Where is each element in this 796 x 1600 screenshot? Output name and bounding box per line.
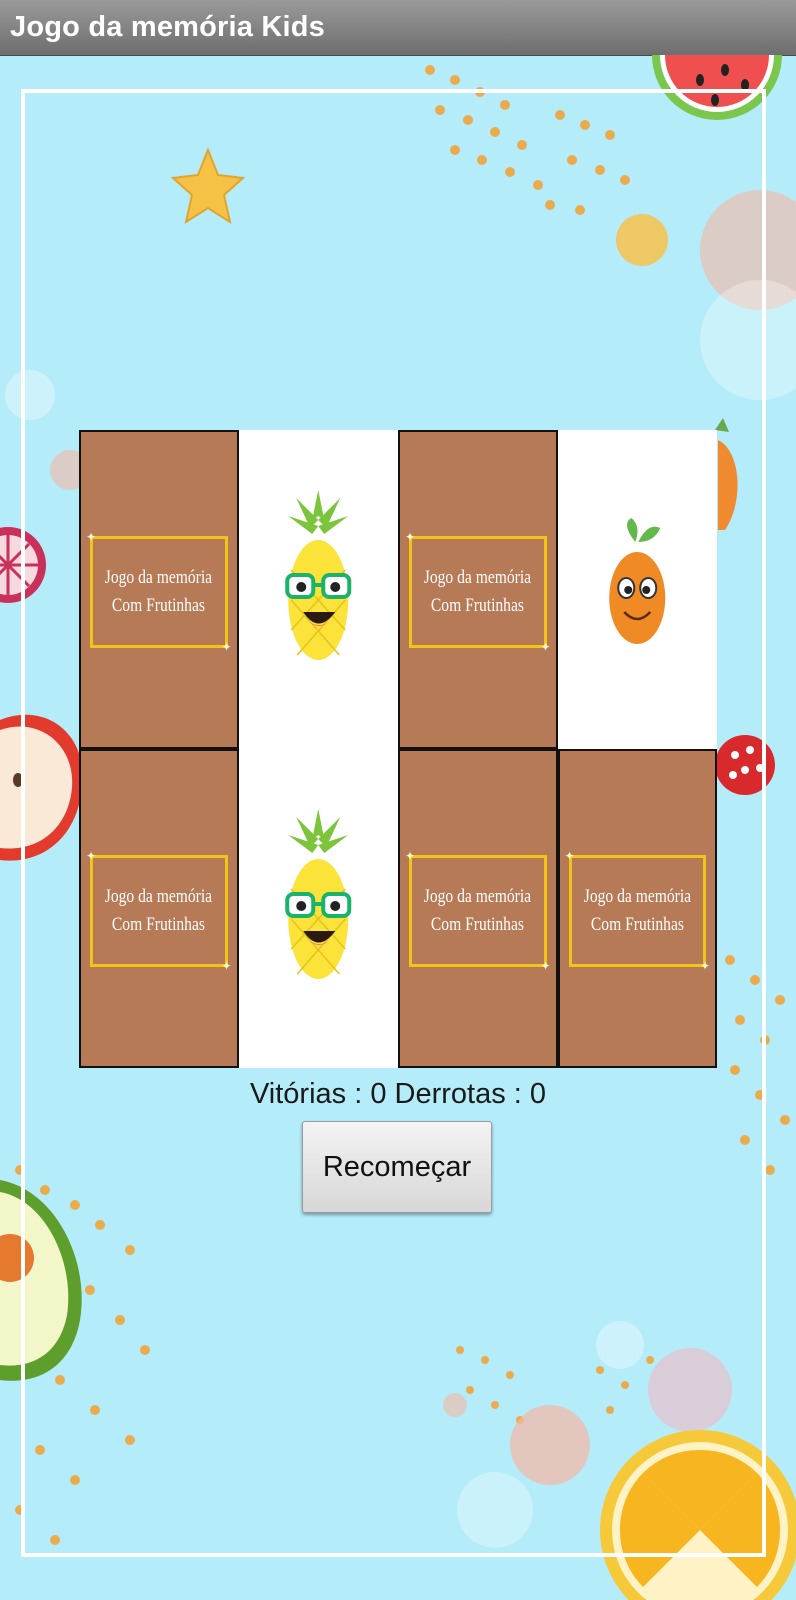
card-back-label: Jogo da memória Com Frutinhas [424,886,532,935]
card-8[interactable]: Jogo da memória Com Frutinhas [557,749,717,1068]
score-text: Vitórias : 0 Derrotas : 0 [249,1078,547,1110]
card-1[interactable]: Jogo da memória Com Frutinhas [79,430,239,749]
card-back-label-box: Jogo da memória Com Frutinhas [86,530,231,654]
card-2[interactable] [238,430,398,749]
card-back-label-box: Jogo da memória Com Frutinhas [565,849,710,973]
card-7[interactable]: Jogo da memória Com Frutinhas [398,749,558,1068]
card-6[interactable] [238,749,398,1068]
card-back-label: Jogo da memória Com Frutinhas [105,886,213,935]
card-4[interactable] [557,430,717,749]
memory-board: Jogo da memória Com Frutinhas Jogo da me… [79,430,717,1068]
card-3[interactable]: Jogo da memória Com Frutinhas [398,430,558,749]
card-back-label: Jogo da memória Com Frutinhas [105,567,213,616]
app-title: Jogo da memória Kids [10,11,326,43]
card-back-label: Jogo da memória Com Frutinhas [583,886,691,935]
card-back-label-box: Jogo da memória Com Frutinhas [405,530,550,654]
card-back-label-box: Jogo da memória Com Frutinhas [86,849,231,973]
pineapple-icon [284,809,351,979]
card-back-label: Jogo da memória Com Frutinhas [424,567,532,616]
card-5[interactable]: Jogo da memória Com Frutinhas [79,749,239,1068]
pineapple-icon [284,490,351,660]
app-title-bar: Jogo da memória Kids [0,0,796,56]
card-back-label-box: Jogo da memória Com Frutinhas [405,849,550,973]
restart-button[interactable]: Recomeçar [302,1121,492,1213]
orange-icon [608,518,665,644]
